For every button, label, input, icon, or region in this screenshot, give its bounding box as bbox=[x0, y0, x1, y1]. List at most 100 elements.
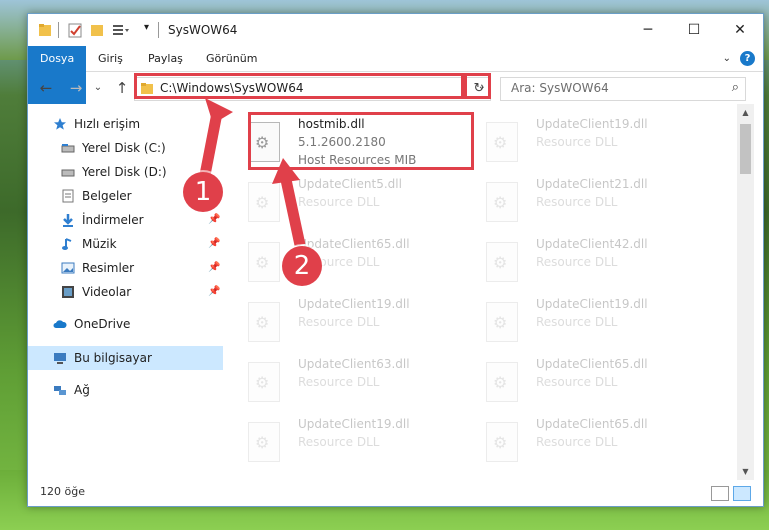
file-name: UpdateClient65.dll bbox=[298, 237, 410, 251]
maximize-button[interactable]: ☐ bbox=[671, 14, 717, 46]
pin-icon[interactable]: 📌 bbox=[208, 280, 220, 304]
new-folder-icon[interactable] bbox=[90, 22, 104, 38]
drive-icon bbox=[61, 144, 75, 153]
file-name: UpdateClient19.dll bbox=[298, 297, 410, 311]
list-item[interactable]: UpdateClient19.dll Resource DLL bbox=[228, 414, 464, 472]
recent-locations-button[interactable]: ⌄ bbox=[88, 78, 108, 98]
scroll-up-icon[interactable]: ▲ bbox=[737, 104, 754, 121]
dll-file-icon bbox=[248, 302, 280, 342]
sidebar-item-label: Videolar bbox=[82, 285, 132, 299]
sidebar-item-network[interactable]: Ağ bbox=[28, 378, 223, 402]
file-name: UpdateClient19.dll bbox=[536, 297, 648, 311]
file-name: UpdateClient5.dll bbox=[298, 177, 402, 191]
sidebar-item-label: Hızlı erişim bbox=[74, 117, 141, 131]
pictures-icon bbox=[61, 262, 75, 274]
file-name: UpdateClient21.dll bbox=[536, 177, 648, 191]
file-description: Resource DLL bbox=[536, 375, 618, 389]
up-button[interactable]: ↑ bbox=[112, 78, 132, 98]
title-separator bbox=[158, 22, 159, 38]
drive-icon bbox=[61, 169, 75, 177]
search-input[interactable]: Ara: SysWOW64 bbox=[511, 81, 609, 95]
sidebar-item-label: İndirmeler bbox=[82, 213, 144, 227]
file-highlight bbox=[248, 112, 474, 170]
vertical-scrollbar[interactable]: ▲ ▼ bbox=[737, 104, 754, 480]
minimize-button[interactable]: ─ bbox=[625, 14, 671, 46]
sidebar-item-pictures[interactable]: Resimler 📌 bbox=[28, 256, 223, 280]
dll-file-icon bbox=[486, 302, 518, 342]
details-view-icon[interactable] bbox=[711, 486, 729, 501]
list-item[interactable]: UpdateClient5.dll Resource DLL bbox=[228, 174, 464, 232]
list-item[interactable]: UpdateClient19.dll Resource DLL bbox=[466, 294, 702, 352]
file-name: UpdateClient65.dll bbox=[536, 417, 648, 431]
file-description: Resource DLL bbox=[298, 315, 380, 329]
back-button[interactable]: ← bbox=[36, 78, 56, 98]
scroll-down-icon[interactable]: ▼ bbox=[737, 463, 754, 480]
dll-file-icon bbox=[248, 182, 280, 222]
refresh-highlight bbox=[464, 73, 491, 99]
computer-icon bbox=[54, 353, 66, 364]
annotation-badge-2: 2 bbox=[282, 246, 322, 286]
title-bar: ▾ SysWOW64 ─ ☐ ✕ bbox=[28, 14, 763, 46]
quick-access-dropdown-icon[interactable]: ▾ bbox=[144, 22, 149, 38]
tab-view[interactable]: Görünüm bbox=[194, 46, 269, 71]
sidebar-item-this-pc[interactable]: Bu bilgisayar bbox=[28, 346, 223, 370]
file-name: UpdateClient65.dll bbox=[536, 357, 648, 371]
list-item[interactable]: UpdateClient42.dll Resource DLL bbox=[466, 234, 702, 292]
dll-file-icon bbox=[248, 242, 280, 282]
file-description: Resource DLL bbox=[536, 135, 618, 149]
file-name: UpdateClient42.dll bbox=[536, 237, 648, 251]
pin-icon[interactable]: 📌 bbox=[208, 208, 220, 232]
list-item[interactable]: UpdateClient63.dll Resource DLL bbox=[228, 354, 464, 412]
list-item[interactable]: UpdateClient65.dll Resource DLL bbox=[466, 354, 702, 412]
list-item[interactable]: UpdateClient19.dll Resource DLL bbox=[466, 114, 702, 172]
status-bar: 120 öğe bbox=[28, 480, 763, 506]
item-count: 120 öğe bbox=[40, 485, 85, 498]
sidebar-item-downloads[interactable]: İndirmeler 📌 bbox=[28, 208, 223, 232]
dll-file-icon bbox=[486, 242, 518, 282]
search-box[interactable]: Ara: SysWOW64 ⌕ bbox=[500, 77, 746, 101]
file-description: Resource DLL bbox=[536, 195, 618, 209]
tab-home[interactable]: Giriş bbox=[86, 46, 135, 71]
download-icon bbox=[63, 214, 73, 227]
folder-icon bbox=[39, 24, 51, 36]
pin-icon[interactable]: 📌 bbox=[208, 232, 220, 256]
forward-button[interactable]: → bbox=[66, 78, 86, 98]
address-highlight bbox=[134, 73, 464, 99]
file-description: Resource DLL bbox=[298, 435, 380, 449]
list-item[interactable]: UpdateClient19.dll Resource DLL bbox=[228, 294, 464, 352]
sidebar-item-label: OneDrive bbox=[74, 317, 131, 331]
pin-icon[interactable]: 📌 bbox=[208, 256, 220, 280]
sidebar-item-drive-c[interactable]: Yerel Disk (C:) bbox=[28, 136, 223, 160]
list-item[interactable]: UpdateClient65.dll Resource DLL bbox=[228, 234, 464, 292]
sidebar-item-music[interactable]: Müzik 📌 bbox=[28, 232, 223, 256]
ribbon-tabs: Dosya Giriş Paylaş Görünüm ⌄ ? bbox=[28, 46, 763, 104]
dll-file-icon bbox=[486, 422, 518, 462]
sidebar-item-onedrive[interactable]: OneDrive bbox=[28, 312, 223, 336]
file-name: UpdateClient63.dll bbox=[298, 357, 410, 371]
file-name: UpdateClient19.dll bbox=[298, 417, 410, 431]
help-icon[interactable]: ? bbox=[740, 51, 755, 66]
list-item[interactable]: UpdateClient65.dll Resource DLL bbox=[466, 414, 702, 472]
sidebar-item-label: Yerel Disk (D:) bbox=[82, 165, 167, 179]
list-item[interactable]: UpdateClient21.dll Resource DLL bbox=[466, 174, 702, 232]
sidebar-item-label: Belgeler bbox=[82, 189, 132, 203]
scroll-thumb[interactable] bbox=[740, 124, 751, 174]
network-icon bbox=[54, 386, 66, 395]
properties-icon[interactable] bbox=[68, 22, 82, 38]
close-button[interactable]: ✕ bbox=[717, 14, 763, 46]
sidebar-item-quick-access[interactable]: Hızlı erişim bbox=[28, 112, 223, 136]
sidebar-item-label: Ağ bbox=[74, 383, 90, 397]
ribbon-expand-icon[interactable]: ⌄ bbox=[723, 53, 731, 64]
file-description: Resource DLL bbox=[536, 315, 618, 329]
tiles-view-icon[interactable] bbox=[733, 486, 751, 501]
video-icon bbox=[62, 286, 74, 298]
dll-file-icon bbox=[248, 362, 280, 402]
sidebar-item-label: Müzik bbox=[82, 237, 117, 251]
file-name: UpdateClient19.dll bbox=[536, 117, 648, 131]
sidebar-item-videos[interactable]: Videolar 📌 bbox=[28, 280, 223, 304]
dll-file-icon bbox=[486, 182, 518, 222]
customize-icon[interactable] bbox=[112, 22, 130, 38]
tab-share[interactable]: Paylaş bbox=[136, 46, 195, 71]
file-description: Resource DLL bbox=[536, 435, 618, 449]
file-description: Resource DLL bbox=[298, 195, 380, 209]
